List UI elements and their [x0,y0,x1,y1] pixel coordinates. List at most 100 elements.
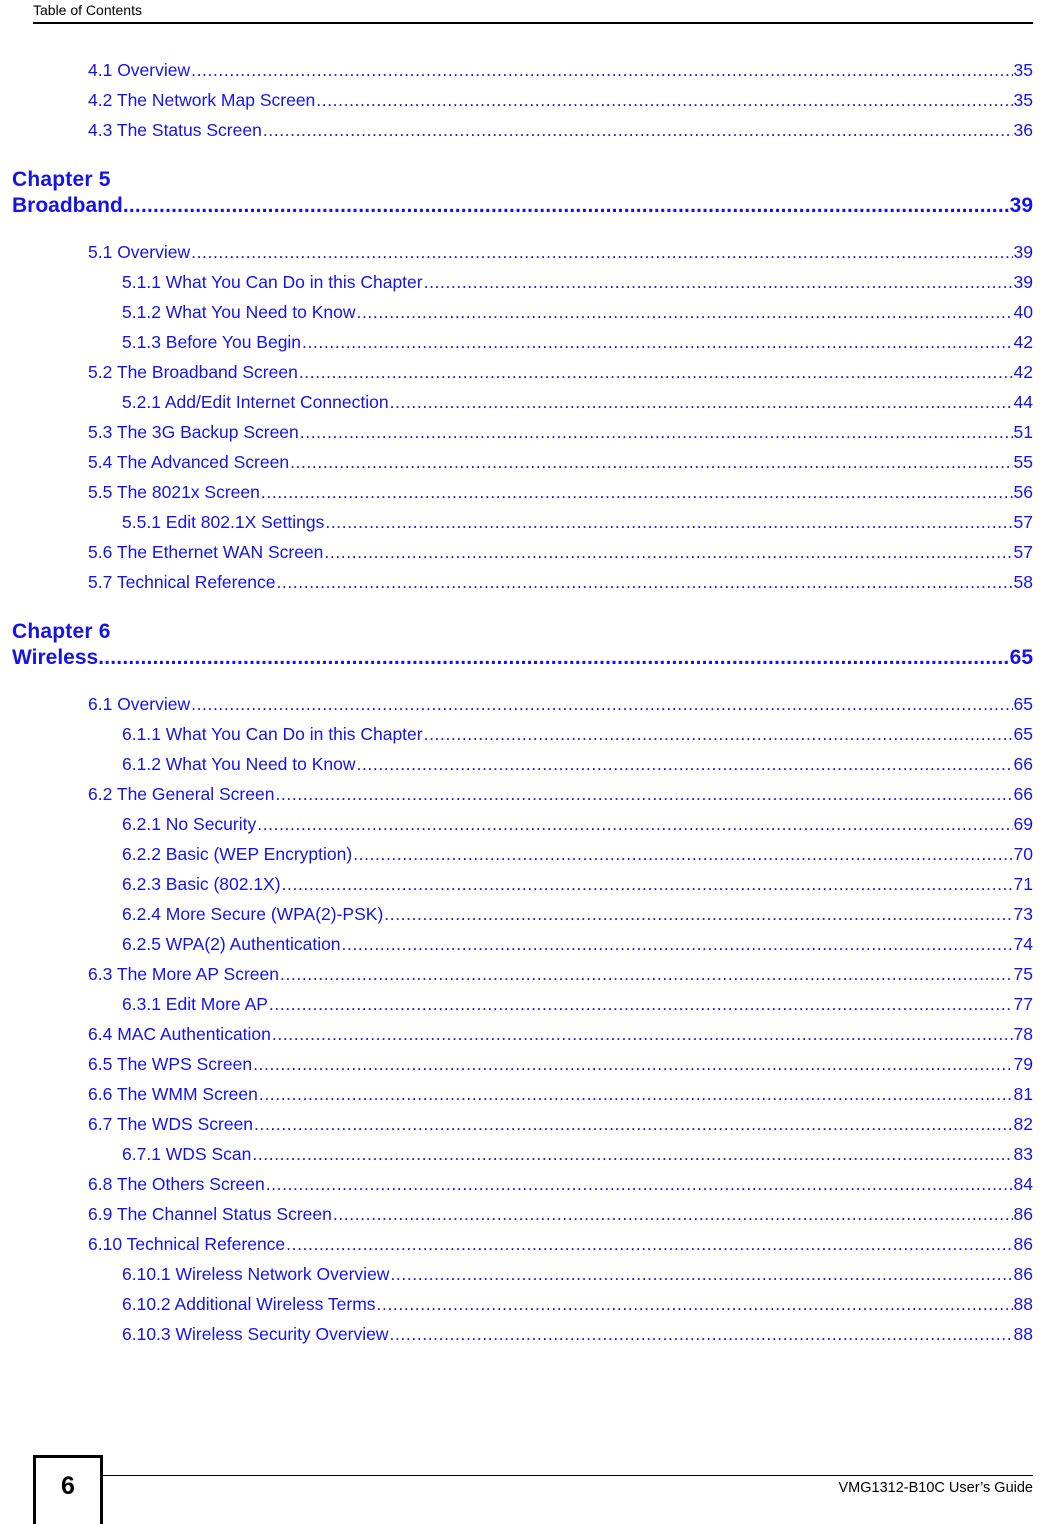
toc-leader-dots [299,362,1013,383]
toc-entry[interactable]: 6.10.2 Additional Wireless Terms 88 [122,1294,1033,1324]
footer-page-number: 6 [61,1472,75,1500]
toc-entry[interactable]: 6.10.3 Wireless Security Overview 88 [122,1324,1033,1354]
toc-entry-page-number: 71 [1013,874,1033,894]
toc-entry-page-number: 70 [1013,844,1033,864]
toc-entry[interactable]: 6.2.1 No Security 69 [122,814,1033,844]
page-header-title: Table of Contents [33,2,142,18]
toc-entry-page-number: 35 [1013,60,1033,80]
toc-entry-label: 5.5 The 8021x Screen [88,482,260,502]
toc-entry-page-number: 35 [1013,90,1033,110]
toc-chapter-heading[interactable]: Chapter 6 Wireless 65 [12,618,1033,676]
toc-entry[interactable]: 6.2.4 More Secure (WPA(2)-PSK) 73 [122,904,1033,934]
toc-entry-label: 6.1 Overview [88,694,191,714]
toc-leader-dots [390,392,1013,413]
toc-entry[interactable]: 6.6 The WMM Screen 81 [88,1084,1033,1114]
toc-leader-dots [191,242,1012,263]
toc-entry[interactable]: 6.8 The Others Screen 84 [88,1174,1033,1204]
toc-leader-dots [123,194,1010,218]
toc-entry[interactable]: 6.10 Technical Reference 86 [88,1234,1033,1264]
toc-entry-label: 6.2.3 Basic (802.1X) [122,874,281,894]
toc-leader-dots [266,1174,1013,1195]
toc-entry[interactable]: 4.1 Overview 35 [88,60,1033,90]
toc-leader-dots [342,934,1013,955]
toc-entry[interactable]: 5.1.1 What You Can Do in this Chapter 39 [122,272,1033,302]
toc-entry-page-number: 42 [1013,362,1033,382]
toc-entry-page-number: 51 [1013,422,1033,442]
toc-entry[interactable]: 6.1.1 What You Can Do in this Chapter 65 [122,724,1033,754]
toc-leader-dots [275,784,1012,805]
toc-entry-page-number: 65 [1013,724,1033,744]
toc-entry[interactable]: 4.2 The Network Map Screen 35 [88,90,1033,120]
toc-entry[interactable]: 5.7 Technical Reference 58 [88,572,1033,602]
toc-entry[interactable]: 6.7 The WDS Screen 82 [88,1114,1033,1144]
toc-entry-label: 4.1 Overview [88,60,191,80]
toc-leader-dots [302,332,1012,353]
toc-entry[interactable]: 5.2 The Broadband Screen 42 [88,362,1033,392]
toc-entry[interactable]: 5.5.1 Edit 802.1X Settings 57 [122,512,1033,542]
toc-entry[interactable]: 6.4 MAC Authentication 78 [88,1024,1033,1054]
toc-entry-page-number: 86 [1013,1204,1033,1224]
toc-entry[interactable]: 6.3 The More AP Screen 75 [88,964,1033,994]
header-divider [33,22,1033,24]
toc-chapter-heading[interactable]: Chapter 5 Broadband 39 [12,166,1033,224]
toc-entry[interactable]: 5.4 The Advanced Screen 55 [88,452,1033,482]
toc-entry-page-number: 57 [1013,542,1033,562]
toc-leader-dots [259,1084,1013,1105]
toc-entry[interactable]: 6.10.1 Wireless Network Overview 86 [122,1264,1033,1294]
toc-entry[interactable]: 6.7.1 WDS Scan 83 [122,1144,1033,1174]
toc-entry-page-number: 40 [1013,302,1033,322]
toc-chapter-number: Chapter 5 [12,168,111,191]
toc-leader-dots [300,422,1013,443]
toc-entry-label: 6.1.1 What You Can Do in this Chapter [122,724,423,744]
toc-entry[interactable]: 6.1 Overview 65 [88,694,1033,724]
toc-entry[interactable]: 6.1.2 What You Need to Know 66 [122,754,1033,784]
toc-entry[interactable]: 6.2.2 Basic (WEP Encryption) 70 [122,844,1033,874]
toc-entry-label: 6.1.2 What You Need to Know [122,754,356,774]
toc-chapter-title-row[interactable]: Wireless 65 [12,646,1033,676]
toc-entry[interactable]: 6.2.5 WPA(2) Authentication 74 [122,934,1033,964]
toc-leader-dots [389,1324,1012,1345]
toc-chapter-title-row[interactable]: Broadband 39 [12,194,1033,224]
toc-entry[interactable]: 6.2.3 Basic (802.1X) 71 [122,874,1033,904]
toc-entry-label: 6.10 Technical Reference [88,1234,286,1254]
toc-entry[interactable]: 4.3 The Status Screen 36 [88,120,1033,150]
toc-entry-label: 6.2.2 Basic (WEP Encryption) [122,844,353,864]
toc-entry-page-number: 73 [1013,904,1033,924]
page-header: Table of Contents [0,0,1064,24]
toc-entry-label: 6.10.2 Additional Wireless Terms [122,1294,376,1314]
toc-leader-dots [282,874,1013,895]
toc-entry-page-number: 55 [1013,452,1033,472]
toc-entry[interactable]: 6.2 The General Screen 66 [88,784,1033,814]
toc-leader-dots [257,814,1012,835]
page-footer: 6 VMG1312-B10C User’s Guide [0,1420,1064,1524]
toc-entry-page-number: 88 [1013,1324,1033,1344]
toc-entry[interactable]: 6.9 The Channel Status Screen 86 [88,1204,1033,1234]
toc-entry[interactable]: 5.1 Overview 39 [88,242,1033,272]
toc-leader-dots [357,302,1013,323]
toc-entry-page-number: 39 [1013,242,1033,262]
toc-entry-page-number: 66 [1013,754,1033,774]
toc-leader-dots [254,1114,1013,1135]
toc-entry-label: 5.7 Technical Reference [88,572,276,592]
toc-entry-page-number: 77 [1013,994,1033,1014]
toc-entry[interactable]: 5.3 The 3G Backup Screen 51 [88,422,1033,452]
toc-entry[interactable]: 5.1.2 What You Need to Know 40 [122,302,1033,332]
toc-entry-page-number: 69 [1013,814,1033,834]
toc-entry-page-number: 81 [1013,1084,1033,1104]
toc-entry[interactable]: 5.2.1 Add/Edit Internet Connection 44 [122,392,1033,422]
toc-entry[interactable]: 5.5 The 8021x Screen 56 [88,482,1033,512]
toc-entry-page-number: 65 [1013,694,1033,714]
toc-chapter-title: Broadband [12,194,123,217]
toc-entry[interactable]: 5.6 The Ethernet WAN Screen 57 [88,542,1033,572]
toc-leader-dots [290,452,1012,473]
toc-entry-page-number: 86 [1013,1264,1033,1284]
toc-entry-label: 6.3.1 Edit More AP [122,994,268,1014]
toc-entry-page-number: 66 [1013,784,1033,804]
toc-entry[interactable]: 6.5 The WPS Screen 79 [88,1054,1033,1084]
toc-entry[interactable]: 6.3.1 Edit More AP 77 [122,994,1033,1024]
toc-entry-label: 6.6 The WMM Screen [88,1084,258,1104]
toc-entry[interactable]: 5.1.3 Before You Begin 42 [122,332,1033,362]
toc-leader-dots [261,482,1013,503]
toc-entry-label: 6.2.4 More Secure (WPA(2)-PSK) [122,904,384,924]
